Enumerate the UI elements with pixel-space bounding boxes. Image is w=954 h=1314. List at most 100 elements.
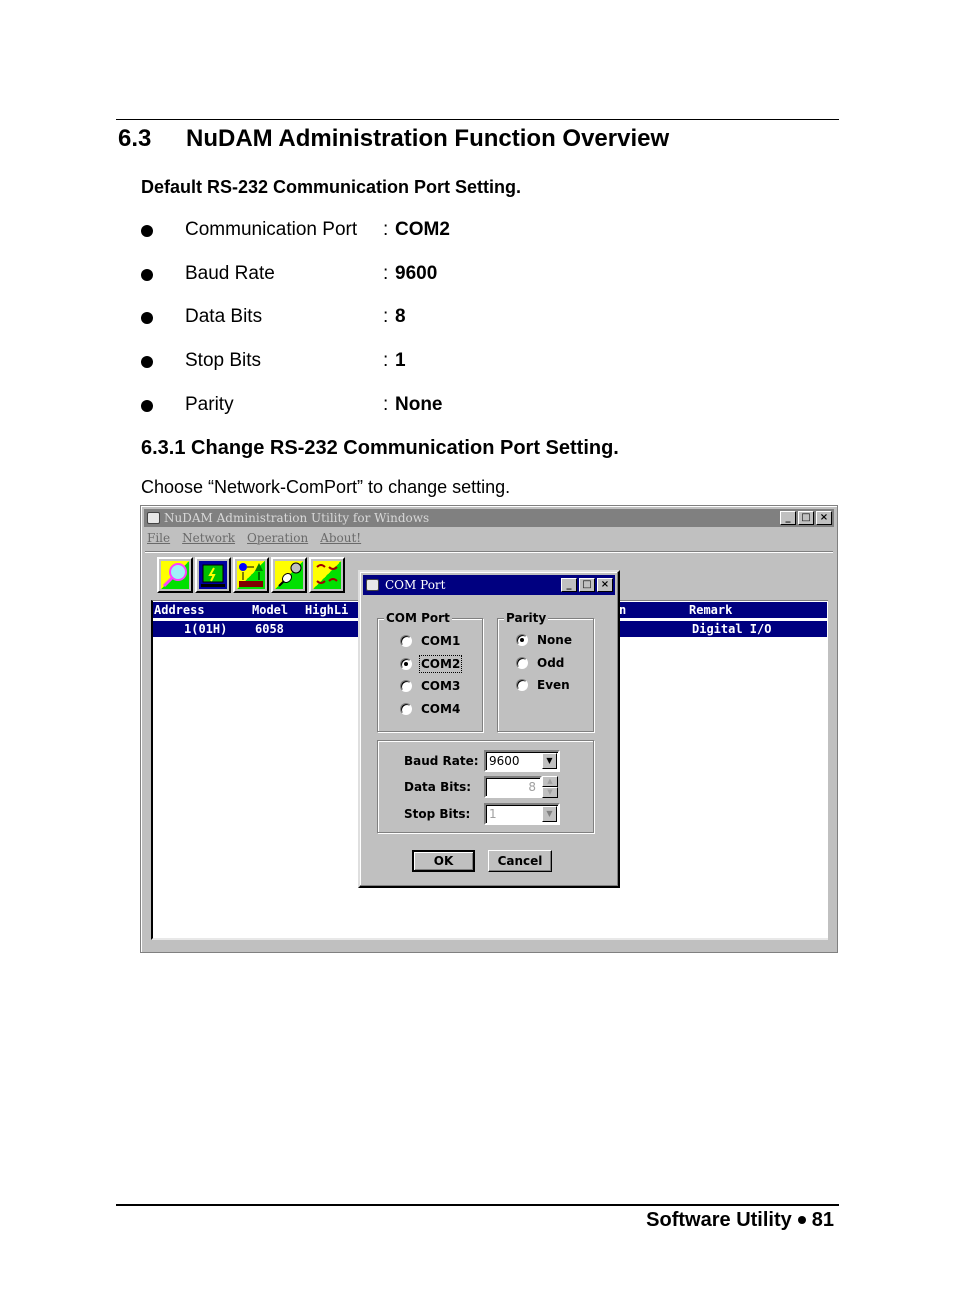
column-header-partial[interactable]: n bbox=[619, 602, 626, 618]
app-icon bbox=[147, 512, 160, 524]
data-bits-label: Data Bits: bbox=[404, 780, 472, 794]
toolbar-search-button[interactable] bbox=[157, 557, 193, 593]
com-port-group: COM Port COM1 COM2 COM3 COM4 bbox=[377, 611, 483, 732]
bottom-rule bbox=[116, 1204, 839, 1206]
colon: : bbox=[383, 263, 389, 284]
baud-rate-label: Baud Rate: bbox=[404, 754, 479, 768]
column-header-model[interactable]: Model bbox=[252, 602, 288, 618]
stop-bits-select[interactable]: 1 ▼ bbox=[484, 803, 560, 825]
cancel-button[interactable]: Cancel bbox=[488, 850, 552, 872]
dialog-titlebar: COM Port _ □ × bbox=[363, 575, 615, 595]
dialog-window-controls: _ □ × bbox=[561, 578, 613, 592]
subsection-title: 6.3.1 Change RS-232 Communication Port S… bbox=[141, 437, 619, 459]
radio-label: COM1 bbox=[421, 634, 461, 648]
app-title: NuDAM Administration Utility for Windows bbox=[164, 511, 430, 525]
search-icon bbox=[161, 561, 189, 589]
column-header-remark[interactable]: Remark bbox=[689, 602, 732, 618]
com-port-dialog: COM Port _ □ × COM Port COM1 COM2 COM3 C… bbox=[358, 570, 620, 888]
bullet-icon bbox=[141, 269, 153, 281]
close-button[interactable]: × bbox=[816, 511, 832, 525]
dialog-maximize-button[interactable]: □ bbox=[579, 578, 595, 592]
radio-label: COM2 bbox=[418, 655, 463, 673]
com-port-group-label: COM Port bbox=[384, 611, 452, 625]
bullet-icon bbox=[141, 312, 153, 324]
setting-label: Parity bbox=[185, 394, 234, 415]
menu-operation[interactable]: Operation bbox=[247, 531, 308, 549]
toolbar-monitor-button[interactable] bbox=[195, 557, 231, 593]
serial-settings-group: Baud Rate: 9600 ▼ Data Bits: 8 ▲ ▼ Stop … bbox=[377, 740, 594, 833]
colon: : bbox=[383, 306, 389, 327]
plug-icon bbox=[275, 561, 303, 589]
bullet-icon bbox=[141, 225, 153, 237]
setting-value: COM2 bbox=[395, 219, 450, 240]
cell-remark: Digital I/O bbox=[692, 622, 772, 636]
data-bits-value: 8 bbox=[528, 780, 536, 794]
stop-bits-label: Stop Bits: bbox=[404, 807, 471, 821]
spin-down-icon[interactable]: ▼ bbox=[542, 787, 558, 798]
section-title-text: NuDAM Administration Function Overview bbox=[186, 125, 670, 152]
baud-rate-value: 9600 bbox=[489, 754, 520, 768]
setting-value: 9600 bbox=[395, 263, 438, 284]
section-number: 6.3 bbox=[118, 125, 152, 152]
dialog-close-button[interactable]: × bbox=[597, 578, 613, 592]
chevron-down-icon[interactable]: ▼ bbox=[542, 806, 557, 822]
toolbar-network-button[interactable] bbox=[233, 557, 269, 593]
radio-button[interactable] bbox=[400, 680, 412, 692]
setting-label: Baud Rate bbox=[185, 263, 275, 284]
window-controls: _ □ × bbox=[780, 511, 832, 525]
radio-button[interactable] bbox=[516, 679, 528, 691]
monitor-icon bbox=[199, 561, 227, 589]
radio-button[interactable] bbox=[516, 657, 528, 669]
default-settings-heading: Default RS-232 Communication Port Settin… bbox=[141, 177, 522, 197]
arrows-icon bbox=[313, 561, 341, 589]
radio-label: COM4 bbox=[421, 702, 461, 716]
radio-label: Odd bbox=[537, 656, 565, 670]
column-header-highlimit[interactable]: HighLi bbox=[305, 602, 348, 618]
radio-button-selected[interactable] bbox=[400, 658, 412, 670]
setting-label: Communication Port bbox=[185, 219, 358, 240]
baud-rate-select[interactable]: 9600 ▼ bbox=[484, 750, 560, 772]
radio-label: Even bbox=[537, 678, 570, 692]
ok-button[interactable]: OK bbox=[412, 850, 475, 872]
colon: : bbox=[383, 350, 389, 371]
chevron-down-icon[interactable]: ▼ bbox=[542, 753, 557, 769]
toolbar-plug-button[interactable] bbox=[271, 557, 307, 593]
parity-group: Parity None Odd Even bbox=[497, 611, 594, 732]
menu-file[interactable]: File bbox=[147, 531, 170, 549]
bullet-icon bbox=[141, 356, 153, 368]
setting-value: 1 bbox=[395, 350, 406, 371]
colon: : bbox=[383, 394, 389, 415]
spin-up-icon[interactable]: ▲ bbox=[542, 776, 558, 787]
radio-label: None bbox=[537, 633, 572, 647]
dialog-title: COM Port bbox=[385, 578, 446, 592]
parity-group-label: Parity bbox=[504, 611, 549, 625]
network-icon bbox=[237, 561, 265, 589]
footer-chapter: Software Utility bbox=[646, 1209, 792, 1231]
app-titlebar: NuDAM Administration Utility for Windows… bbox=[144, 509, 834, 527]
top-rule bbox=[116, 119, 839, 120]
menu-network[interactable]: Network bbox=[182, 531, 235, 549]
instruction-text: Choose “Network-ComPort” to change setti… bbox=[141, 477, 511, 497]
page-footer: Software Utility 81 bbox=[646, 1209, 834, 1232]
cell-model: 6058 bbox=[255, 622, 284, 636]
setting-value: 8 bbox=[395, 306, 406, 327]
radio-button-selected[interactable] bbox=[516, 634, 528, 646]
page-number: 81 bbox=[811, 1209, 834, 1231]
radio-button[interactable] bbox=[400, 703, 412, 715]
footer-bullet-icon bbox=[797, 1215, 806, 1224]
menu-bar: File Network Operation About! bbox=[147, 531, 361, 549]
toolbar-arrows-button[interactable] bbox=[309, 557, 345, 593]
bullet-icon bbox=[141, 400, 153, 412]
minimize-button[interactable]: _ bbox=[780, 511, 796, 525]
spinner-arrows[interactable]: ▲ ▼ bbox=[542, 776, 558, 798]
section-title: 6.3 NuDAM Administration Function Overvie… bbox=[118, 125, 669, 153]
maximize-button[interactable]: □ bbox=[798, 511, 814, 525]
radio-button[interactable] bbox=[400, 635, 412, 647]
data-bits-spinner[interactable]: 8 ▲ ▼ bbox=[484, 776, 558, 798]
setting-label: Data Bits bbox=[185, 306, 263, 327]
setting-label: Stop Bits bbox=[185, 350, 262, 371]
column-header-address[interactable]: Address bbox=[154, 602, 205, 618]
dialog-minimize-button[interactable]: _ bbox=[561, 578, 577, 592]
menu-about[interactable]: About! bbox=[320, 531, 361, 549]
stop-bits-value: 1 bbox=[489, 807, 497, 821]
